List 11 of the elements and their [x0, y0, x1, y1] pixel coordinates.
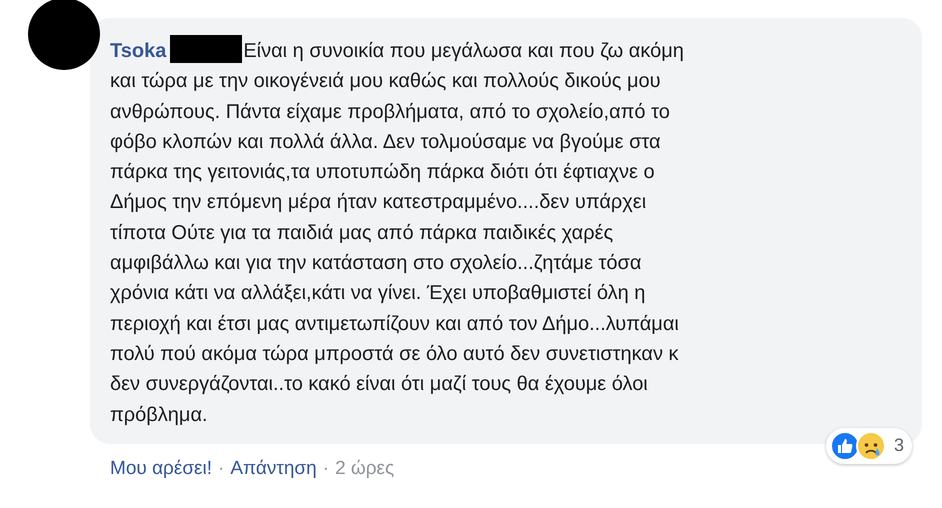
- comment-text: Tsoka Είναι η συνοικία που μεγάλωσα και που ζω ακόμη και τώρα με την οικογένειά μου καθώς και πολλούς δικούς μου ανθρώπους. Πάντα είχαμε προβλήματα, από το σχολείο,από το φόβο κλοπών και πολλά άλλα. Δεν τολμούσαμε να βγούμε στα πάρκα της γειτονιάς,τα υποτυπώδη πάρκα διότι ότι έφτιαχνε ο Δήμος την επόμενη μέρα ήταν κατεστραμμένο....δεν υπάρχει τίποτα Ούτε για τα παιδιά μας από πάρκα παιδικές χαρές αμφιβάλλω και για την κατάσταση στο σχολείο...ζητάμε τόσα χρόνια κάτι να αλλάξει,κάτι να γίνει. Έχει υποβαθμιστεί όλη η περιοχή και έτσι μας αντιμετωπίζουν και από τον Δήμο...λυπάμαι πολύ πού ακόμα τώρα μπροστά σε όλο αυτό δεν συνετιστηκαν κ δεν συνεργάζονται..το κακό είναι ότι μαζί τους θα έχουμε όλοι πρόβλημα.: [110, 35, 902, 430]
- like-link[interactable]: Μου αρέσει!: [110, 458, 212, 480]
- thumbs-up-icon: [830, 430, 860, 461]
- reaction-count: 3: [894, 435, 904, 456]
- author-link[interactable]: Tsoka: [110, 40, 166, 62]
- timestamp: 2 ώρες: [335, 458, 394, 480]
- separator-dot: ·: [322, 458, 330, 480]
- reply-link[interactable]: Απάντηση: [230, 458, 317, 480]
- sad-face-icon: [856, 430, 886, 461]
- reactions-badge[interactable]: 3: [826, 428, 912, 464]
- separator-dot: ·: [218, 458, 224, 480]
